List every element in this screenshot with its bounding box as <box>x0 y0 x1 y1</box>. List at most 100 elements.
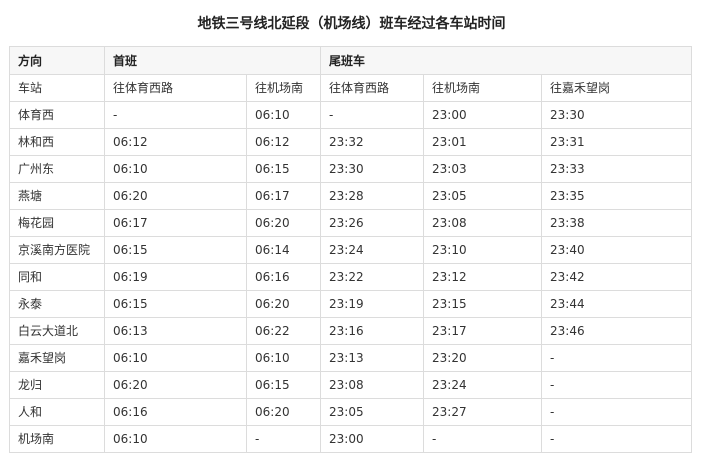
table-cell: 23:24 <box>320 236 425 264</box>
table-cell: 06:12 <box>245 128 322 156</box>
table-cell: - <box>320 101 425 129</box>
table-cell: 23:24 <box>423 371 543 399</box>
table-cell: 23:17 <box>423 317 543 345</box>
table-cell: 23:08 <box>423 209 543 237</box>
table-cell: 06:16 <box>104 398 247 426</box>
table-cell: - <box>541 398 693 426</box>
station-name: 梅花园 <box>9 209 105 237</box>
header-group-row: 方向 首班 尾班车 <box>9 46 693 75</box>
station-name: 体育西 <box>9 101 105 129</box>
station-name: 同和 <box>9 263 105 291</box>
table-cell: 06:10 <box>104 155 247 183</box>
table-cell: - <box>541 344 693 372</box>
page-title: 地铁三号线北延段（机场线）班车经过各车站时间 <box>197 16 506 32</box>
table-cell: 23:16 <box>320 317 425 345</box>
table-cell: - <box>245 425 322 453</box>
station-name: 白云大道北 <box>9 317 105 345</box>
table-cell: 06:19 <box>104 263 247 291</box>
table-cell: 23:31 <box>541 128 693 156</box>
table-cell: 23:05 <box>320 398 425 426</box>
header-direction: 方向 <box>9 46 105 75</box>
table-row: 永泰 06:15 06:20 23:19 23:15 23:44 <box>9 290 693 318</box>
table-row: 梅花园 06:17 06:20 23:26 23:08 23:38 <box>9 209 693 237</box>
station-name: 燕塘 <box>9 182 105 210</box>
table-row: 龙归 06:20 06:15 23:08 23:24 - <box>9 371 693 399</box>
station-name: 人和 <box>9 398 105 426</box>
table-cell: 23:03 <box>423 155 543 183</box>
header-station: 车站 <box>9 74 105 102</box>
table-cell: 23:10 <box>423 236 543 264</box>
station-name: 嘉禾望岗 <box>9 344 105 372</box>
table-cell: - <box>541 371 693 399</box>
table-cell: 23:08 <box>320 371 425 399</box>
table-row: 白云大道北 06:13 06:22 23:16 23:17 23:46 <box>9 317 693 345</box>
station-name: 广州东 <box>9 155 105 183</box>
table-cell: 23:19 <box>320 290 425 318</box>
station-name: 龙归 <box>9 371 105 399</box>
table-cell: 23:38 <box>541 209 693 237</box>
station-name: 机场南 <box>9 425 105 453</box>
table-cell: 06:12 <box>104 128 247 156</box>
table-cell: 06:16 <box>245 263 322 291</box>
table-cell: 06:17 <box>245 182 322 210</box>
table-cell: 23:30 <box>541 101 693 129</box>
header-last-train: 尾班车 <box>320 46 693 75</box>
table-row: 嘉禾望岗 06:10 06:10 23:13 23:20 - <box>9 344 693 372</box>
table-cell: 23:01 <box>423 128 543 156</box>
table-row: 京溪南方医院 06:15 06:14 23:24 23:10 23:40 <box>9 236 693 264</box>
table-cell: 23:28 <box>320 182 425 210</box>
table-row: 人和 06:16 06:20 23:05 23:27 - <box>9 398 693 426</box>
table-cell: 23:22 <box>320 263 425 291</box>
table-cell: 23:00 <box>320 425 425 453</box>
table-cell: 23:26 <box>320 209 425 237</box>
header-first-to-jichangnan: 往机场南 <box>245 74 322 102</box>
station-name: 永泰 <box>9 290 105 318</box>
table-cell: 06:10 <box>104 425 247 453</box>
table-cell: 23:00 <box>423 101 543 129</box>
table-cell: 06:22 <box>245 317 322 345</box>
table-cell: 23:05 <box>423 182 543 210</box>
table-row: 机场南 06:10 - 23:00 - - <box>9 425 693 453</box>
table-cell: - <box>541 425 693 453</box>
table-cell: - <box>423 425 543 453</box>
table-cell: 06:20 <box>245 398 322 426</box>
schedule-table: 方向 首班 尾班车 车站 往体育西路 往机场南 往体育西路 往机场南 往嘉禾望岗… <box>9 46 693 453</box>
table-cell: 23:42 <box>541 263 693 291</box>
table-cell: 23:13 <box>320 344 425 372</box>
table-row: 广州东 06:10 06:15 23:30 23:03 23:33 <box>9 155 693 183</box>
table-cell: 23:20 <box>423 344 543 372</box>
table-cell: - <box>104 101 247 129</box>
table-cell: 23:30 <box>320 155 425 183</box>
table-cell: 23:44 <box>541 290 693 318</box>
table-cell: 06:13 <box>104 317 247 345</box>
table-cell: 06:15 <box>245 371 322 399</box>
station-name: 京溪南方医院 <box>9 236 105 264</box>
table-cell: 23:46 <box>541 317 693 345</box>
header-first-to-tiyuxilu: 往体育西路 <box>104 74 247 102</box>
table-cell: 23:15 <box>423 290 543 318</box>
table-cell: 06:15 <box>245 155 322 183</box>
table-row: 燕塘 06:20 06:17 23:28 23:05 23:35 <box>9 182 693 210</box>
table-row: 同和 06:19 06:16 23:22 23:12 23:42 <box>9 263 693 291</box>
header-last-to-jiahewanggang: 往嘉禾望岗 <box>541 74 693 102</box>
table-cell: 23:12 <box>423 263 543 291</box>
table-cell: 06:17 <box>104 209 247 237</box>
header-last-to-jichangnan: 往机场南 <box>423 74 543 102</box>
table-cell: 23:33 <box>541 155 693 183</box>
table-cell: 06:15 <box>104 290 247 318</box>
table-cell: 06:10 <box>245 344 322 372</box>
table-cell: 23:40 <box>541 236 693 264</box>
header-direction-row: 车站 往体育西路 往机场南 往体育西路 往机场南 往嘉禾望岗 <box>9 74 693 102</box>
table-cell: 06:20 <box>245 209 322 237</box>
table-row: 体育西 - 06:10 - 23:00 23:30 <box>9 101 693 129</box>
table-row: 林和西 06:12 06:12 23:32 23:01 23:31 <box>9 128 693 156</box>
table-cell: 23:27 <box>423 398 543 426</box>
table-cell: 23:35 <box>541 182 693 210</box>
header-first-train: 首班 <box>103 46 322 75</box>
table-cell: 06:10 <box>104 344 247 372</box>
table-cell: 06:20 <box>104 182 247 210</box>
table-cell: 06:14 <box>245 236 322 264</box>
table-cell: 06:20 <box>104 371 247 399</box>
station-name: 林和西 <box>9 128 105 156</box>
table-cell: 23:32 <box>320 128 425 156</box>
